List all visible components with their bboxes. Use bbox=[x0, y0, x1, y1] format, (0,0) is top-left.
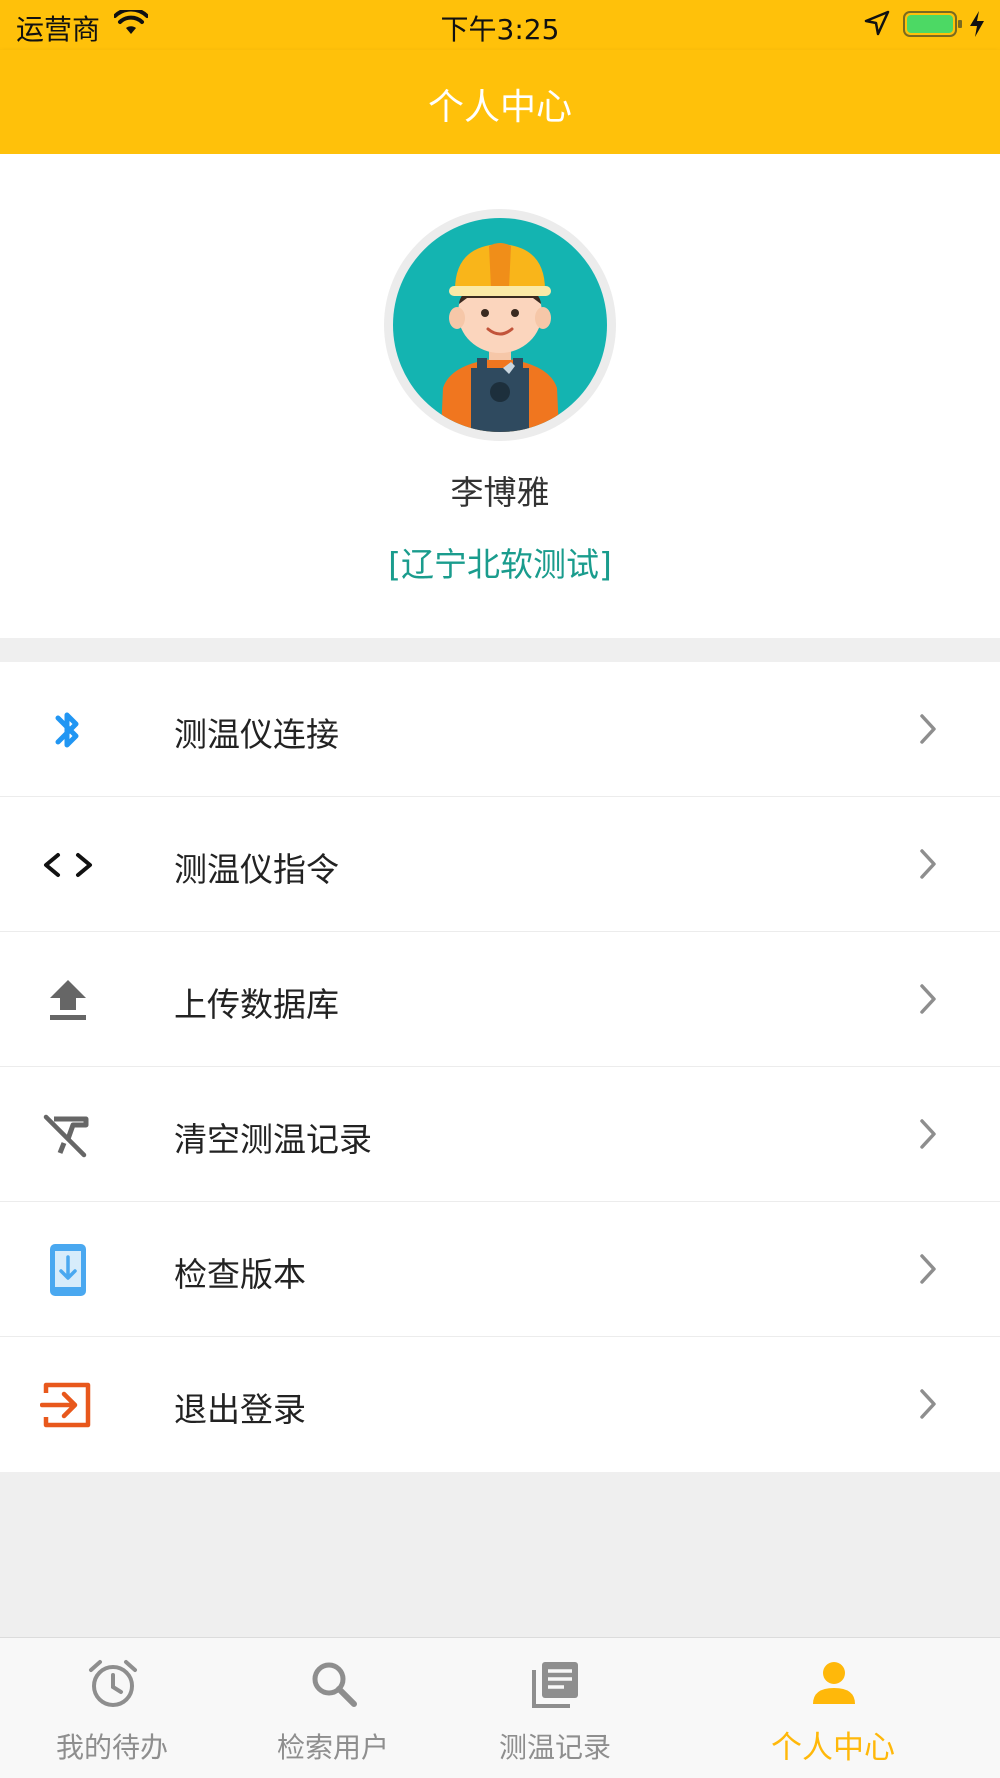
chevron-right-icon bbox=[920, 1119, 936, 1149]
chevron-right-icon bbox=[920, 714, 936, 744]
organization-name: [辽宁北软测试] bbox=[388, 545, 612, 584]
menu-item-thermometer-connect[interactable]: 测温仪连接 bbox=[0, 662, 1000, 797]
worker-avatar-icon bbox=[441, 243, 559, 432]
avatar[interactable] bbox=[384, 209, 616, 441]
menu-item-label: 检查版本 bbox=[174, 1255, 306, 1294]
menu-item-thermometer-command[interactable]: 测温仪指令 bbox=[0, 797, 1000, 932]
menu-item-logout[interactable]: 退出登录 bbox=[0, 1337, 1000, 1472]
menu-item-label: 退出登录 bbox=[174, 1390, 306, 1429]
settings-menu: 测温仪连接 测温仪指令 上传数据库 清空测温记录 检查版本 退出登录 bbox=[0, 662, 1000, 1472]
search-icon bbox=[312, 1662, 357, 1707]
tab-label: 我的待办 bbox=[55, 1731, 168, 1764]
alarm-clock-icon bbox=[89, 1660, 137, 1707]
records-icon bbox=[532, 1662, 578, 1708]
chevron-right-icon bbox=[920, 984, 936, 1014]
clock-time: 下午3:25 bbox=[440, 13, 560, 46]
phone-download-icon bbox=[50, 1244, 86, 1296]
page-title: 个人中心 bbox=[427, 87, 572, 128]
menu-item-check-version[interactable]: 检查版本 bbox=[0, 1202, 1000, 1337]
upload-icon bbox=[50, 980, 86, 1020]
charging-bolt-icon bbox=[970, 11, 984, 37]
user-name: 李博雅 bbox=[450, 473, 550, 512]
menu-item-upload-database[interactable]: 上传数据库 bbox=[0, 932, 1000, 1067]
tab-label: 检索用户 bbox=[276, 1731, 389, 1764]
bluetooth-icon bbox=[55, 712, 79, 748]
chevron-right-icon bbox=[920, 1389, 936, 1419]
logout-icon bbox=[40, 1382, 91, 1428]
code-icon bbox=[44, 853, 92, 877]
menu-item-label: 上传数据库 bbox=[174, 985, 339, 1024]
menu-item-label: 测温仪连接 bbox=[174, 715, 339, 754]
tab-temperature-records[interactable]: 测温记录 bbox=[455, 1638, 655, 1778]
clear-format-icon bbox=[43, 1114, 89, 1158]
tab-my-todo[interactable]: 我的待办 bbox=[12, 1638, 212, 1778]
tab-label: 测温记录 bbox=[498, 1731, 611, 1764]
battery-icon bbox=[903, 11, 962, 37]
person-icon bbox=[813, 1662, 855, 1704]
menu-item-clear-records[interactable]: 清空测温记录 bbox=[0, 1067, 1000, 1202]
location-arrow-icon bbox=[864, 10, 890, 36]
tab-personal-center[interactable]: 个人中心 bbox=[733, 1638, 933, 1778]
chevron-right-icon bbox=[920, 849, 936, 879]
status-bar: 运营商 下午3:25 bbox=[0, 0, 1000, 50]
profile-header: 李博雅 [辽宁北软测试] bbox=[0, 154, 1000, 638]
tab-label: 个人中心 bbox=[771, 1730, 895, 1766]
chevron-right-icon bbox=[920, 1254, 936, 1284]
tab-search-user[interactable]: 检索用户 bbox=[233, 1638, 433, 1778]
menu-item-label: 清空测温记录 bbox=[174, 1120, 372, 1159]
tab-bar: 我的待办 检索用户 测温记录 个人中心 bbox=[0, 1637, 1000, 1778]
menu-item-label: 测温仪指令 bbox=[174, 850, 339, 889]
nav-bar: 个人中心 bbox=[0, 50, 1000, 154]
